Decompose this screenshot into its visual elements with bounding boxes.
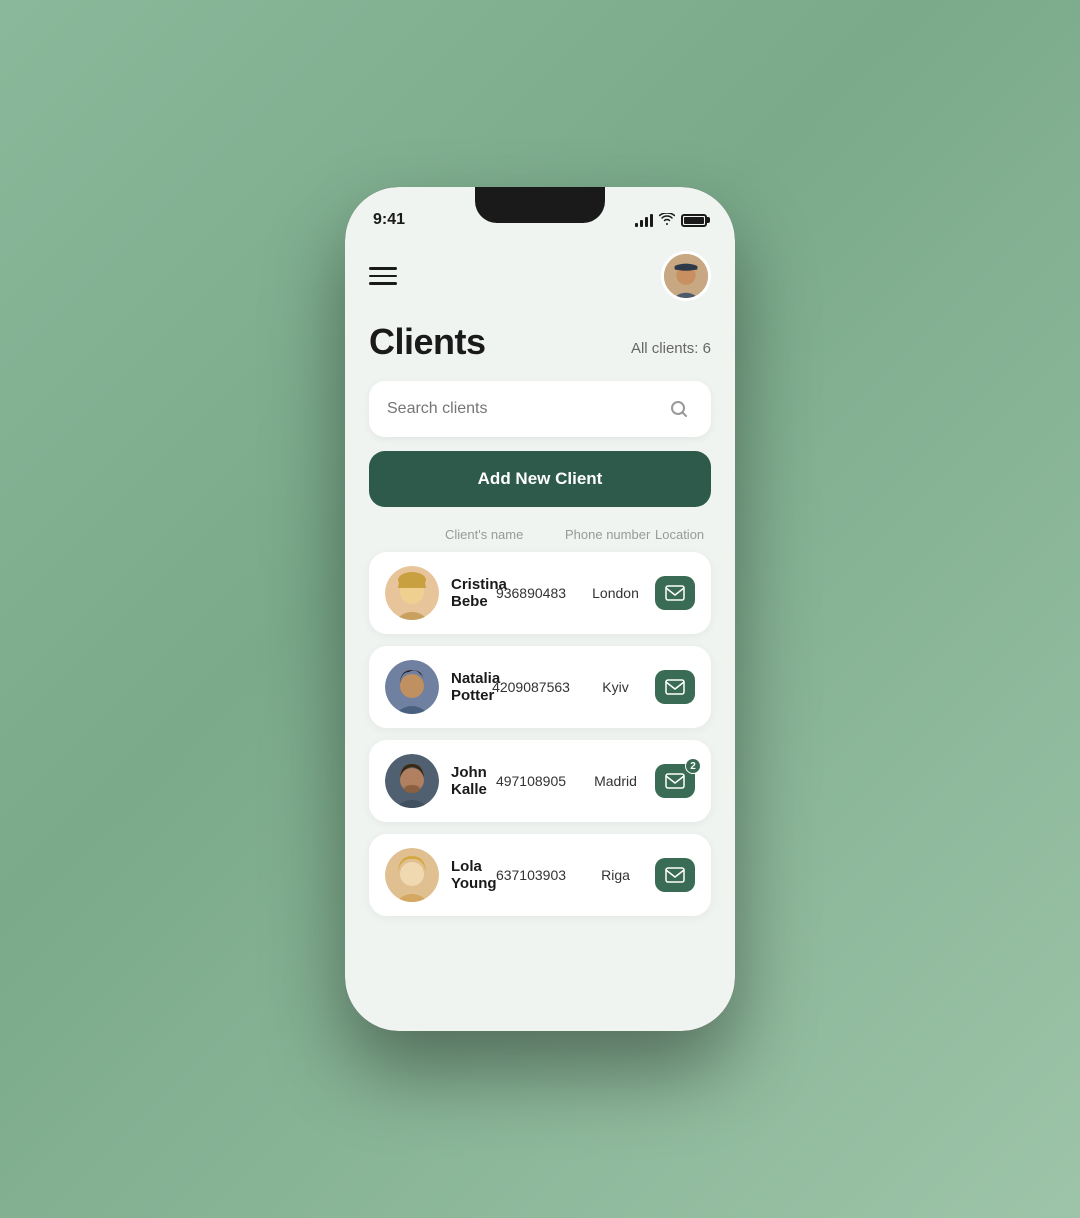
th-client-name: Client's name	[385, 527, 565, 542]
title-row: Clients All clients: 6	[369, 321, 711, 363]
app-content: Clients All clients: 6 Add New Client Cl…	[345, 239, 735, 1031]
client-name: John Kalle	[451, 764, 474, 798]
phone-frame: 9:41	[345, 187, 735, 1031]
header	[369, 247, 711, 301]
wifi-icon	[659, 213, 675, 228]
hamburger-line-1	[369, 267, 397, 270]
client-list: Cristina Bebe 936890483 London Natalia P…	[369, 552, 711, 916]
client-location: London	[588, 585, 643, 601]
email-button[interactable]	[655, 576, 695, 610]
email-button[interactable]	[655, 858, 695, 892]
client-phone: 936890483	[486, 585, 576, 601]
client-avatar	[385, 566, 439, 620]
search-button[interactable]	[665, 395, 693, 423]
client-phone: 637103903	[486, 867, 576, 883]
email-badge: 2	[685, 758, 701, 774]
email-button[interactable]	[655, 670, 695, 704]
client-name: Cristina Bebe	[451, 576, 474, 610]
user-avatar[interactable]	[661, 251, 711, 301]
client-count: All clients: 6	[631, 340, 711, 363]
search-bar	[369, 381, 711, 437]
signal-icon	[635, 213, 653, 227]
battery-icon	[681, 214, 707, 227]
client-avatar	[385, 754, 439, 808]
hamburger-line-2	[369, 275, 397, 278]
client-row[interactable]: Cristina Bebe 936890483 London	[369, 552, 711, 634]
status-icons	[635, 213, 707, 228]
client-row[interactable]: John Kalle 497108905 Madrid 2	[369, 740, 711, 822]
client-avatar	[385, 848, 439, 902]
th-phone: Phone number	[565, 527, 655, 542]
phone-screen: 9:41	[345, 187, 735, 1031]
client-name: Natalia Potter	[451, 670, 474, 704]
th-location: Location	[655, 527, 695, 542]
client-name: Lola Young	[451, 858, 474, 892]
page-title: Clients	[369, 321, 486, 363]
add-new-client-button[interactable]: Add New Client	[369, 451, 711, 507]
search-input[interactable]	[387, 400, 665, 418]
client-phone: 497108905	[486, 773, 576, 789]
email-button[interactable]: 2	[655, 764, 695, 798]
table-header: Client's name Phone number Location	[369, 527, 711, 552]
client-row[interactable]: Lola Young 637103903 Riga	[369, 834, 711, 916]
client-location: Riga	[588, 867, 643, 883]
client-location: Madrid	[588, 773, 643, 789]
client-row[interactable]: Natalia Potter 4209087563 Kyiv	[369, 646, 711, 728]
hamburger-menu[interactable]	[369, 267, 397, 285]
client-avatar	[385, 660, 439, 714]
hamburger-line-3	[369, 282, 397, 285]
status-time: 9:41	[373, 211, 405, 229]
notch	[475, 187, 605, 223]
client-phone: 4209087563	[486, 679, 576, 695]
client-location: Kyiv	[588, 679, 643, 695]
